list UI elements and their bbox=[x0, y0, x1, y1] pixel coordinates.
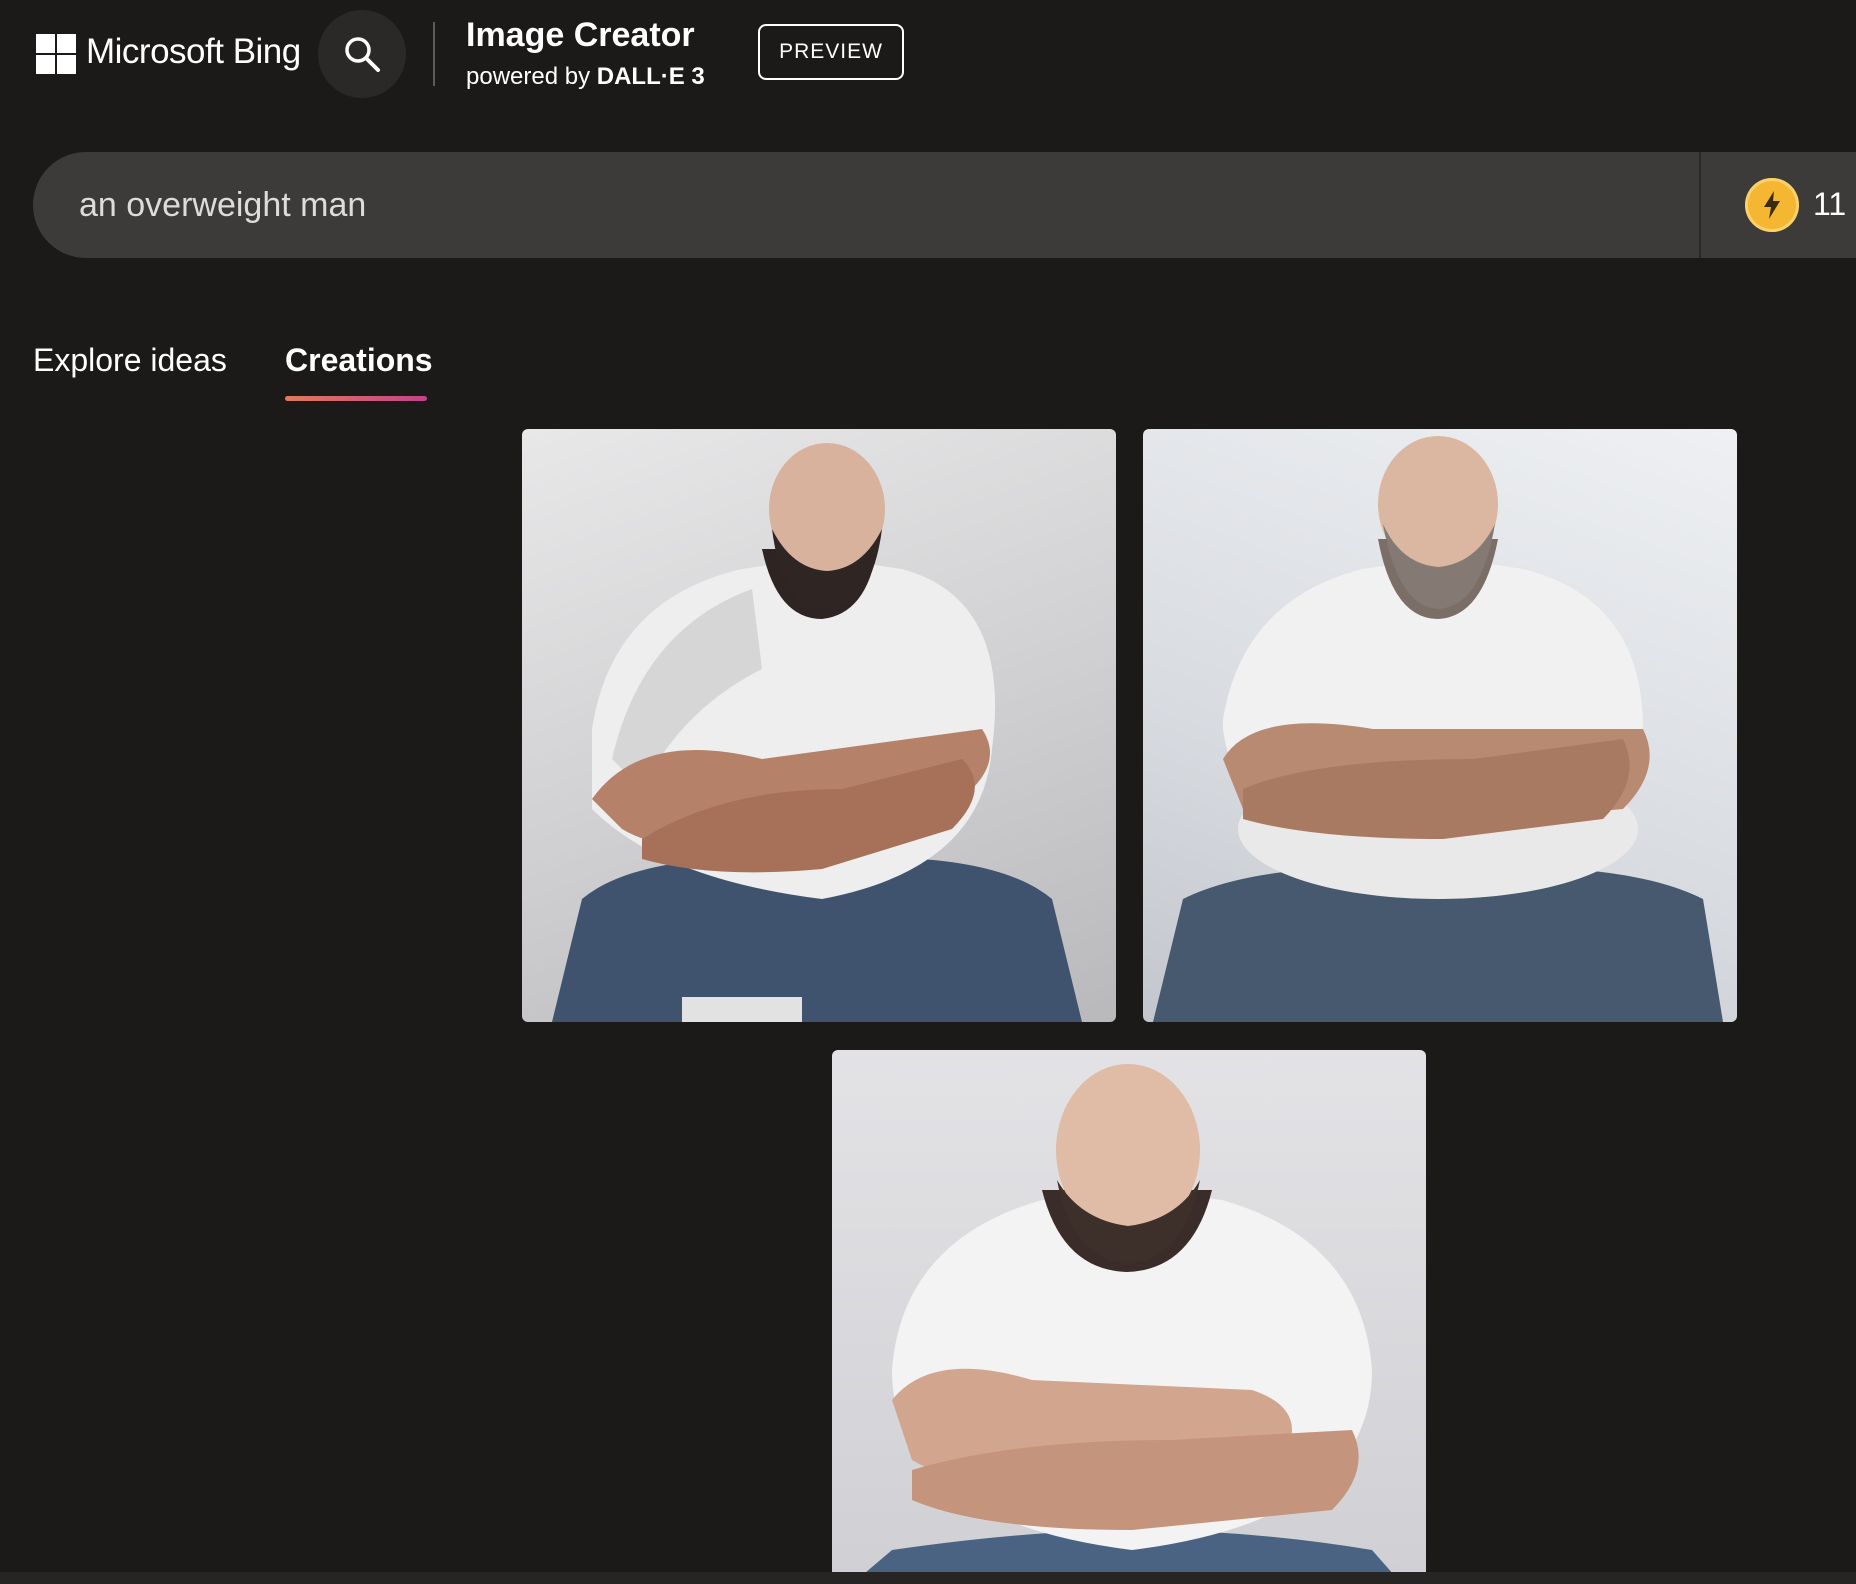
model-name: DALL·E 3 bbox=[596, 63, 705, 90]
page-bottom-edge bbox=[0, 1572, 1856, 1584]
creation-image-2[interactable] bbox=[1143, 429, 1737, 1022]
person-figure-icon bbox=[1153, 436, 1723, 1022]
prompt-bar[interactable]: an overweight man 11 bbox=[33, 152, 1856, 258]
creation-image-1[interactable] bbox=[522, 429, 1116, 1022]
product-title: Image Creator bbox=[466, 16, 695, 54]
brand-name[interactable]: Microsoft Bing bbox=[86, 32, 301, 72]
search-icon bbox=[345, 37, 380, 72]
tab-explore-ideas[interactable]: Explore ideas bbox=[33, 342, 227, 379]
prompt-divider bbox=[1699, 152, 1701, 258]
tab-creations[interactable]: Creations bbox=[285, 342, 433, 379]
creation-image-3[interactable] bbox=[832, 1050, 1426, 1584]
prompt-input[interactable]: an overweight man bbox=[79, 186, 366, 225]
search-button[interactable] bbox=[318, 10, 406, 98]
powered-by-text: powered by bbox=[466, 63, 591, 90]
person-figure-icon bbox=[852, 1064, 1402, 1584]
preview-badge[interactable]: PREVIEW bbox=[758, 24, 904, 80]
person-figure-icon bbox=[552, 443, 1082, 1022]
boosts-count: 11 bbox=[1813, 186, 1847, 222]
lightning-icon bbox=[1764, 191, 1780, 219]
boost-coin-icon[interactable] bbox=[1745, 178, 1799, 232]
header: Microsoft Bing Image Creator powered by … bbox=[0, 0, 1856, 112]
header-divider bbox=[433, 22, 435, 86]
active-tab-indicator bbox=[285, 396, 427, 401]
powered-by-line: powered by DALL·E 3 bbox=[466, 63, 705, 91]
microsoft-logo-icon[interactable] bbox=[36, 34, 76, 74]
